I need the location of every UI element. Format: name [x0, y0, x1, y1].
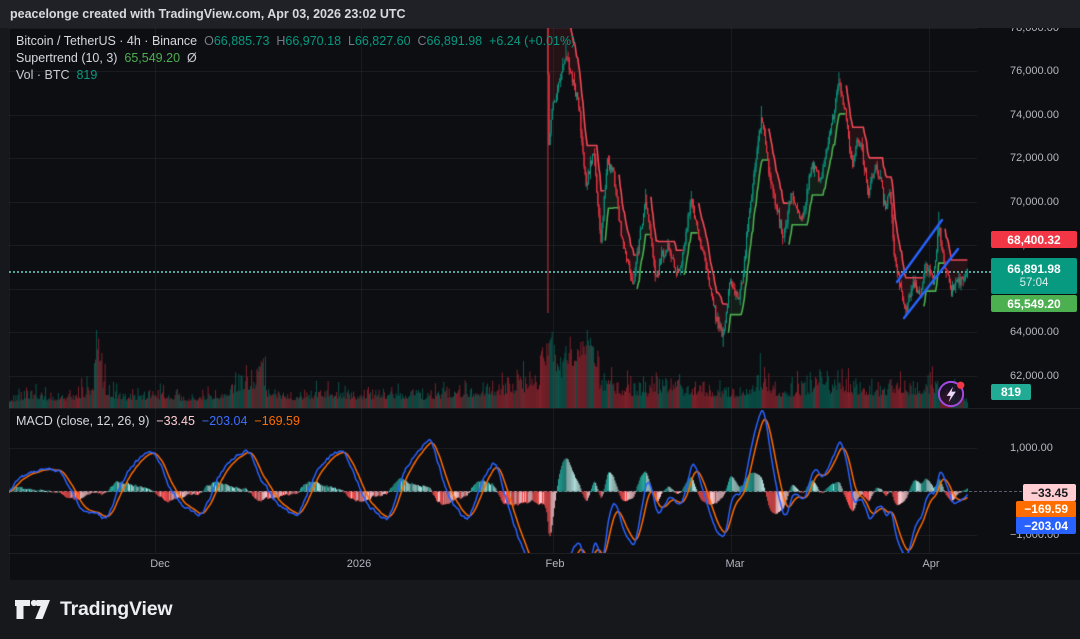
tradingview-logo-icon: [14, 597, 51, 622]
supertrend-upper-badge: 68,400.32: [991, 231, 1077, 248]
tradingview-logo-text: TradingView: [60, 598, 172, 621]
price-axis-label: 72,000.00: [1010, 152, 1059, 164]
watermark-bar: peacelonge created with TradingView.com,…: [0, 0, 1080, 28]
tradingview-logo[interactable]: TradingView: [14, 597, 172, 622]
main-legend: Bitcoin / TetherUS · 4h · Binance O66,88…: [16, 33, 575, 84]
macd-line-badge: −203.04: [1016, 517, 1076, 534]
watermark-text: peacelonge created with TradingView.com,…: [10, 7, 406, 21]
macd-signal-value: −169.59: [254, 414, 300, 428]
macd-signal-badge: −169.59: [1016, 501, 1076, 518]
supertrend-status-icon: Ø: [187, 51, 197, 65]
footer-bar: TradingView: [0, 580, 1080, 639]
time-axis-label: Feb: [546, 558, 565, 570]
last-price-badge: 66,891.9857:04: [991, 258, 1077, 294]
tradingview-chart-page: peacelonge created with TradingView.com,…: [0, 0, 1080, 639]
price-axis-label: 76,000.00: [1010, 65, 1059, 77]
symbol-title[interactable]: Bitcoin / TetherUS · 4h · Binance: [16, 34, 197, 48]
low-value: 66,827.60: [355, 34, 411, 48]
supertrend-lower-badge: 65,549.20: [991, 295, 1077, 312]
time-axis-label: Mar: [726, 558, 745, 570]
change-value: +6.24 (+0.01%): [489, 34, 575, 48]
price-axis-label: 74,000.00: [1010, 109, 1059, 121]
macd-name[interactable]: MACD (close, 12, 26, 9): [16, 414, 149, 428]
close-label: C: [417, 34, 426, 48]
open-label: O: [204, 34, 214, 48]
pane-separator[interactable]: [9, 408, 1080, 409]
volume-row[interactable]: Vol · BTC 819: [16, 67, 575, 84]
macd-line-value: −203.04: [202, 414, 248, 428]
lightning-button[interactable]: [936, 378, 967, 409]
low-label: L: [348, 34, 355, 48]
close-value: 66,891.98: [427, 34, 483, 48]
time-axis-label: Apr: [922, 558, 939, 570]
price-axis-label: 1,000.00: [1010, 442, 1053, 454]
supertrend-row[interactable]: Supertrend (10, 3) 65,549.20 Ø: [16, 50, 575, 67]
high-value: 66,970.18: [285, 34, 341, 48]
volume-value: 819: [76, 68, 97, 82]
price-axis-label: 62,000.00: [1010, 370, 1059, 382]
price-axis-label: 64,000.00: [1010, 326, 1059, 338]
symbol-row[interactable]: Bitcoin / TetherUS · 4h · Binance O66,88…: [16, 33, 575, 50]
time-axis-label: Dec: [150, 558, 170, 570]
volume-name[interactable]: Vol · BTC: [16, 68, 70, 82]
notification-dot: [957, 382, 964, 389]
macd-hist-badge: −33.45: [1023, 484, 1076, 501]
macd-hist-value: −33.45: [156, 414, 195, 428]
time-axis-label: 2026: [347, 558, 371, 570]
main-chart-canvas[interactable]: [9, 28, 977, 408]
volume-badge: 819: [991, 384, 1031, 400]
macd-legend[interactable]: MACD (close, 12, 26, 9) −33.45 −203.04 −…: [16, 414, 300, 428]
macd-pane-canvas[interactable]: [9, 410, 977, 553]
supertrend-name[interactable]: Supertrend (10, 3): [16, 51, 117, 65]
supertrend-value: 65,549.20: [124, 51, 180, 65]
open-value: 66,885.73: [214, 34, 270, 48]
price-axis-label: 70,000.00: [1010, 196, 1059, 208]
